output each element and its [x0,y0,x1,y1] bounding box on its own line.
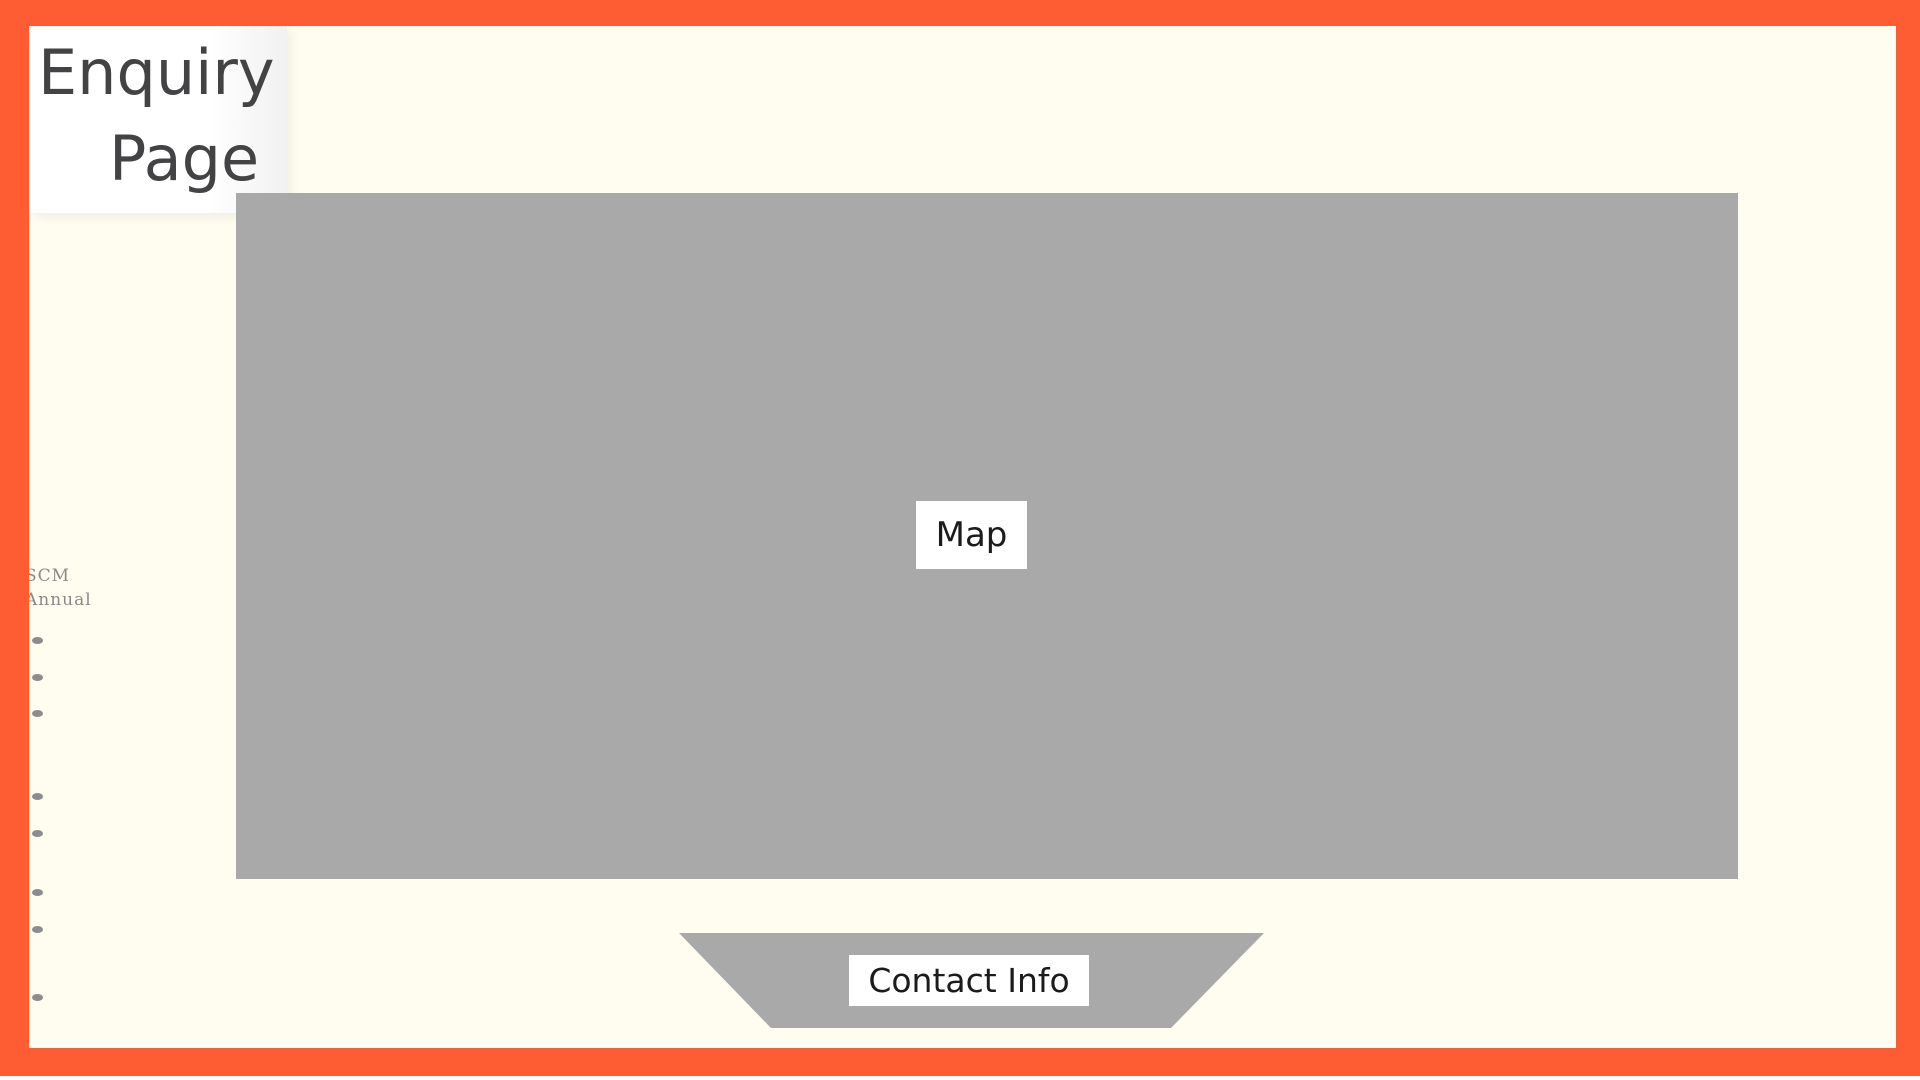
page-title-line-2: Page [109,122,260,195]
page-title-line-1: Enquiry [38,36,275,109]
sidebar-bullet [32,674,43,681]
sidebar-bullet [32,637,43,644]
page-frame: Enquiry Page Map SCM Annual Contact Info [0,0,1920,1076]
sidebar-text-scm: SCM [29,566,71,586]
map-label: Map [916,501,1027,569]
sidebar-bullet [32,830,43,837]
sidebar-bullet [32,793,43,800]
sidebar-bullet [32,889,43,896]
map-placeholder[interactable]: Map [236,193,1738,879]
sidebar-bullet [32,994,43,1001]
sidebar-text-annual: Annual [29,590,92,610]
page-canvas: Enquiry Page Map SCM Annual Contact Info [29,26,1896,1048]
sidebar-bullet [32,710,43,717]
contact-info-label[interactable]: Contact Info [849,955,1089,1006]
sidebar-bullet [32,926,43,933]
page-title-card: Enquiry Page [29,26,287,213]
